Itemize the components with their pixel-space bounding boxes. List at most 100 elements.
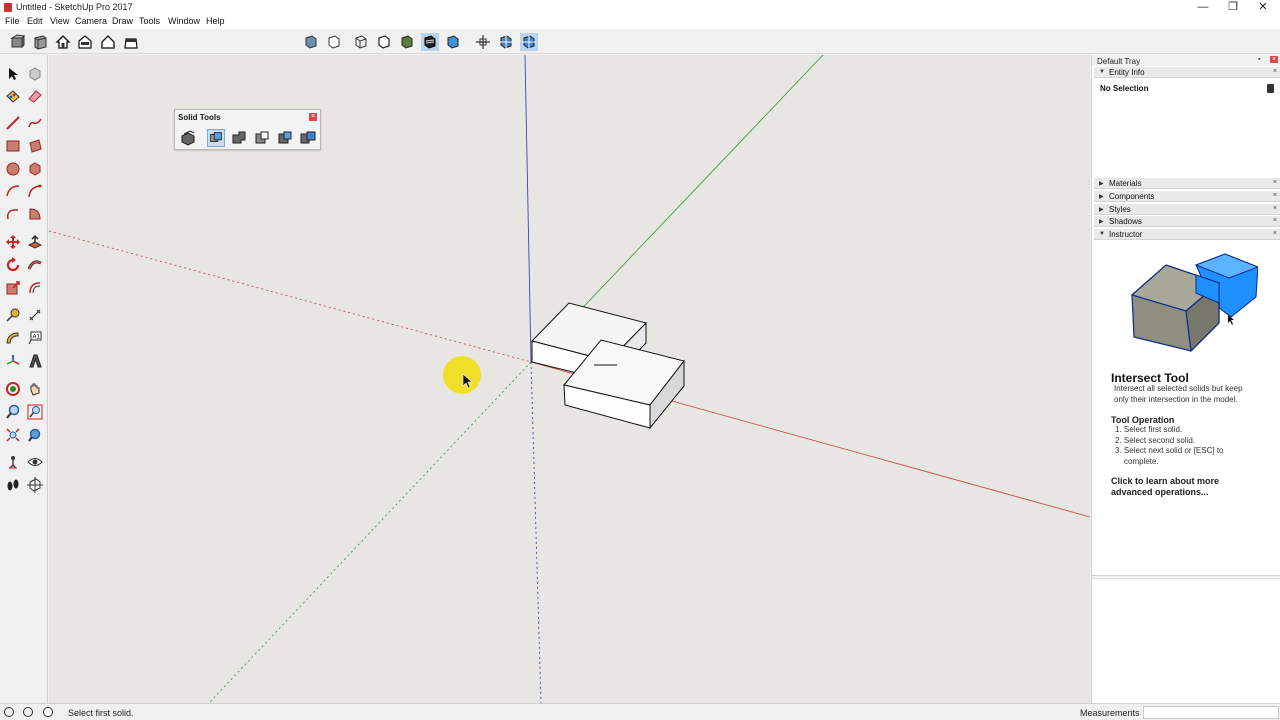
menu-camera[interactable]: Camera xyxy=(75,16,107,26)
hidden-line-icon[interactable] xyxy=(375,33,393,51)
model-viewport[interactable] xyxy=(49,55,1090,703)
menu-tools[interactable]: Tools xyxy=(139,16,160,26)
move-icon[interactable] xyxy=(5,234,21,250)
follow-me-icon[interactable] xyxy=(27,257,43,273)
wireframe-icon[interactable] xyxy=(352,33,370,51)
solid-tools-toolbar[interactable]: Solid Tools × xyxy=(174,109,321,150)
split-icon[interactable] xyxy=(299,129,317,147)
measurements-input[interactable] xyxy=(1143,706,1279,719)
two-point-arc-icon[interactable] xyxy=(27,183,43,199)
tape-measure-icon[interactable] xyxy=(5,307,21,323)
rotated-rectangle-icon[interactable] xyxy=(27,138,43,154)
axes-icon[interactable] xyxy=(5,353,21,369)
three-point-arc-icon[interactable] xyxy=(5,206,21,222)
zoom-icon[interactable] xyxy=(5,404,21,420)
pie-icon[interactable] xyxy=(27,206,43,222)
intersect-highlight-icon[interactable] xyxy=(520,33,538,51)
panel-close-icon[interactable]: × xyxy=(1273,205,1277,212)
menu-file[interactable]: File xyxy=(5,16,20,26)
pan-icon[interactable] xyxy=(27,381,43,397)
panel-materials[interactable]: ▶ Materials × xyxy=(1094,178,1280,189)
menu-edit[interactable]: Edit xyxy=(27,16,43,26)
protractor-icon[interactable] xyxy=(5,330,21,346)
previous-view-icon[interactable] xyxy=(27,427,43,443)
user-icon[interactable] xyxy=(43,707,53,717)
eraser-icon[interactable] xyxy=(27,88,43,104)
panel-components[interactable]: ▶ Components × xyxy=(1094,191,1280,202)
zoom-window-icon[interactable] xyxy=(27,404,43,420)
rotate-icon[interactable] xyxy=(5,257,21,273)
maximize-button[interactable]: ❐ xyxy=(1218,0,1248,15)
polygon-icon[interactable] xyxy=(27,161,43,177)
push-pull-icon[interactable] xyxy=(27,234,43,250)
credits-icon[interactable] xyxy=(23,707,33,717)
union-icon[interactable] xyxy=(230,129,248,147)
3d-text-icon[interactable] xyxy=(27,353,43,369)
subtract-icon[interactable] xyxy=(253,129,271,147)
look-around-icon[interactable] xyxy=(27,454,43,470)
tray-divider[interactable] xyxy=(1092,575,1280,579)
make-component-icon[interactable] xyxy=(27,66,43,82)
right-view-icon[interactable] xyxy=(99,33,117,51)
arc-icon[interactable] xyxy=(5,183,21,199)
rectangle-icon[interactable] xyxy=(5,138,21,154)
menu-view[interactable]: View xyxy=(50,16,69,26)
solid-tools-close-icon[interactable]: × xyxy=(309,113,317,121)
select-icon[interactable] xyxy=(5,66,21,82)
panel-styles[interactable]: ▶ Styles × xyxy=(1094,204,1280,215)
y-axis-negative xyxy=(208,361,532,703)
panel-instructor[interactable]: ▼ Instructor × xyxy=(1094,229,1280,240)
minimize-button[interactable]: — xyxy=(1188,0,1218,15)
orbit-icon[interactable] xyxy=(5,381,21,397)
text-icon[interactable]: A1 xyxy=(27,330,43,346)
line-icon[interactable] xyxy=(5,115,21,131)
panel-close-icon[interactable]: × xyxy=(1273,217,1277,224)
home-icon[interactable] xyxy=(54,33,72,51)
close-button[interactable]: ✕ xyxy=(1248,0,1278,15)
learn-more-link[interactable]: Click to learn about more advanced opera… xyxy=(1111,476,1261,498)
shaded-icon[interactable] xyxy=(398,33,416,51)
model-canvas xyxy=(49,55,1090,703)
walk-icon[interactable] xyxy=(5,477,21,493)
outer-shell-icon[interactable] xyxy=(179,129,197,147)
pin-icon[interactable]: ▪ xyxy=(1258,56,1260,63)
panel-close-icon[interactable]: × xyxy=(1273,68,1277,75)
panel-close-icon[interactable]: × xyxy=(1273,179,1277,186)
x-axis-negative xyxy=(49,230,532,363)
back-edges-icon[interactable] xyxy=(325,33,343,51)
dimension-icon[interactable] xyxy=(27,307,43,323)
geo-location-icon[interactable] xyxy=(4,707,14,717)
zoom-extents-icon[interactable] xyxy=(5,427,21,443)
panel-entity-info[interactable]: ▼ Entity Info × xyxy=(1094,67,1280,78)
freehand-icon[interactable] xyxy=(27,115,43,131)
learn-more-line: Click to learn about more xyxy=(1111,476,1220,486)
section-views-icon[interactable] xyxy=(9,33,27,51)
panel-close-icon[interactable]: × xyxy=(1273,192,1277,199)
front-view-icon[interactable] xyxy=(76,33,94,51)
position-camera-icon[interactable] xyxy=(5,454,21,470)
paint-bucket-icon[interactable] xyxy=(5,88,21,104)
xray-icon[interactable] xyxy=(302,33,320,51)
monochrome-icon[interactable] xyxy=(444,33,462,51)
shaded-textures-icon[interactable] xyxy=(421,33,439,51)
intersect-icon[interactable] xyxy=(207,129,225,147)
hide-rest-icon[interactable] xyxy=(474,33,492,51)
tray-header: Default Tray ▪ × xyxy=(1092,55,1280,66)
scale-icon[interactable] xyxy=(5,280,21,296)
iso-view-icon[interactable] xyxy=(31,33,49,51)
panel-shadows[interactable]: ▶ Shadows × xyxy=(1094,216,1280,227)
menu-draw[interactable]: Draw xyxy=(112,16,133,26)
menu-help[interactable]: Help xyxy=(206,16,225,26)
menu-window[interactable]: Window xyxy=(168,16,200,26)
panel-label: Shadows xyxy=(1109,217,1142,226)
offset-icon[interactable] xyxy=(27,280,43,296)
panel-close-icon[interactable]: × xyxy=(1273,230,1277,237)
tray-close-icon[interactable]: × xyxy=(1270,56,1279,63)
section-plane-icon[interactable] xyxy=(27,477,43,493)
circle-icon[interactable] xyxy=(5,161,21,177)
trim-icon[interactable] xyxy=(276,129,294,147)
menu-bar: File Edit View Camera Draw Tools Window … xyxy=(0,15,1280,29)
default-tray: Default Tray ▪ × ▼ Entity Info × No Sele… xyxy=(1091,55,1280,703)
back-view-icon[interactable] xyxy=(122,33,140,51)
outer-shell-icon[interactable] xyxy=(497,33,515,51)
